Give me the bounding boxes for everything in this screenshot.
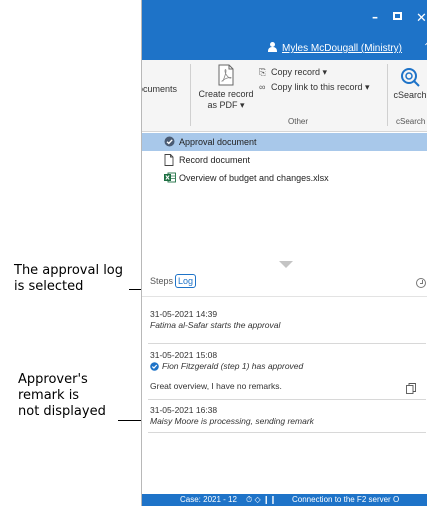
log-entry: 31-05-2021 16:38 Maisy Moore is processi… bbox=[142, 405, 427, 427]
document-name: Overview of budget and changes.xlsx bbox=[179, 173, 329, 183]
annotation-remark-line1: Approver's bbox=[18, 372, 88, 387]
approved-check-icon bbox=[150, 362, 159, 371]
copy-record-label: Copy record ▾ bbox=[271, 67, 328, 77]
csearch-button[interactable]: cSearch bbox=[392, 66, 427, 100]
copy-link-label: Copy link to this record ▾ bbox=[271, 82, 370, 92]
ribbon-divider bbox=[387, 64, 388, 126]
log-separator bbox=[148, 432, 426, 433]
excel-icon bbox=[164, 172, 176, 183]
document-name: Record document bbox=[179, 155, 251, 165]
annotation-remark-line2: remark is bbox=[18, 388, 80, 403]
log-entry: 31-05-2021 14:39 Fatima al-Safar starts … bbox=[142, 309, 427, 331]
pdf-icon bbox=[218, 64, 234, 86]
app-window: – ✕ Myles McDougall (Ministry) ⌃ ocument… bbox=[141, 0, 427, 506]
link-icon: ∞ bbox=[259, 82, 266, 92]
csearch-label: cSearch bbox=[393, 90, 427, 100]
log-separator bbox=[148, 399, 426, 400]
history-clock-icon[interactable] bbox=[416, 278, 426, 288]
ribbon-divider bbox=[190, 64, 191, 126]
timer-icon: ⏱ bbox=[246, 495, 253, 504]
annotation-approval-log-text: The approval log is selected bbox=[14, 263, 124, 294]
ribbon: ocuments Create record as PDF ▾ ⎘ Copy re… bbox=[142, 60, 427, 132]
ribbon-group-csearch: cSearch bbox=[396, 117, 426, 126]
user-name[interactable]: Myles McDougall (Ministry) bbox=[282, 43, 402, 54]
document-item[interactable]: Record document bbox=[142, 151, 427, 169]
user-link[interactable]: Myles McDougall (Ministry) bbox=[268, 42, 402, 54]
document-item[interactable]: Approval document bbox=[142, 133, 427, 151]
close-button[interactable]: ✕ bbox=[416, 11, 427, 26]
user-icon bbox=[268, 42, 277, 52]
collapse-ribbon-icon[interactable]: ⌃ bbox=[423, 42, 427, 53]
log-entry-text: Fatima al-Safar starts the approval bbox=[150, 320, 281, 330]
copy-group: ⎘ Copy record ▾ ∞ Copy link to this record… bbox=[259, 65, 370, 95]
log-entry-date: 31-05-2021 16:38 bbox=[150, 405, 218, 415]
document-item[interactable]: Overview of budget and changes.xlsx bbox=[142, 169, 427, 187]
tag-icon: ◇ bbox=[254, 495, 261, 504]
tab-steps[interactable]: Steps bbox=[148, 275, 175, 287]
minimize-button[interactable]: – bbox=[372, 10, 378, 24]
approval-check-icon bbox=[164, 136, 175, 147]
document-name: Approval document bbox=[179, 137, 257, 147]
annotation-leader-line bbox=[118, 420, 143, 421]
ribbon-group-other: Other bbox=[288, 117, 309, 126]
tab-bar: Steps Log bbox=[148, 274, 197, 288]
copy-remark-icon[interactable] bbox=[406, 383, 416, 394]
tab-log[interactable]: Log bbox=[175, 274, 197, 288]
tab-divider bbox=[142, 296, 427, 297]
create-pdf-label-2: as PDF ▾ bbox=[207, 100, 245, 110]
create-pdf-label-1: Create record bbox=[198, 89, 254, 99]
log-separator bbox=[148, 343, 426, 344]
annotation-remark: Approver's remark is not displayed bbox=[18, 372, 126, 420]
log-entry-text: Fion Fitzgerald (step 1) has approved bbox=[162, 361, 304, 371]
pane-splitter-handle[interactable] bbox=[279, 261, 293, 268]
annotation-approval-log: The approval log is selected bbox=[14, 263, 132, 295]
status-connection: Connection to the F2 server O bbox=[292, 495, 400, 504]
log-entry-date: 31-05-2021 15:08 bbox=[150, 350, 218, 360]
status-bar: Case: 2021 - 12 ⏱ ◇ ❙❙ Connection to the… bbox=[142, 494, 427, 506]
document-list: Approval document Record document Overvi… bbox=[142, 133, 427, 187]
create-pdf-button[interactable]: Create record as PDF ▾ bbox=[194, 64, 258, 111]
copy-icon: ⎘ bbox=[259, 67, 267, 77]
maximize-button[interactable] bbox=[393, 12, 402, 20]
log-entry-text-row: Fion Fitzgerald (step 1) has approved bbox=[150, 361, 427, 372]
title-bar: – ✕ Myles McDougall (Ministry) ⌃ bbox=[142, 0, 427, 60]
copy-link-button[interactable]: ∞ Copy link to this record ▾ bbox=[259, 80, 370, 95]
annotation-remark-line3: not displayed bbox=[18, 404, 106, 419]
log-entry-remark: Great overview, I have no remarks. bbox=[150, 381, 282, 391]
csearch-icon bbox=[401, 68, 420, 87]
log-entry: 31-05-2021 15:08 Fion Fitzgerald (step 1… bbox=[142, 350, 427, 392]
pause-icon[interactable]: ❙❙ bbox=[263, 495, 276, 504]
status-icons: ⏱ ◇ ❙❙ bbox=[246, 494, 276, 506]
log-entry-text: Maisy Moore is processing, sending remar… bbox=[150, 416, 314, 426]
log-entry-date: 31-05-2021 14:39 bbox=[150, 309, 218, 319]
status-case: Case: 2021 - 12 bbox=[180, 495, 237, 504]
documents-button[interactable]: ocuments bbox=[142, 84, 177, 94]
document-icon bbox=[164, 154, 174, 166]
copy-record-button[interactable]: ⎘ Copy record ▾ bbox=[259, 65, 370, 80]
